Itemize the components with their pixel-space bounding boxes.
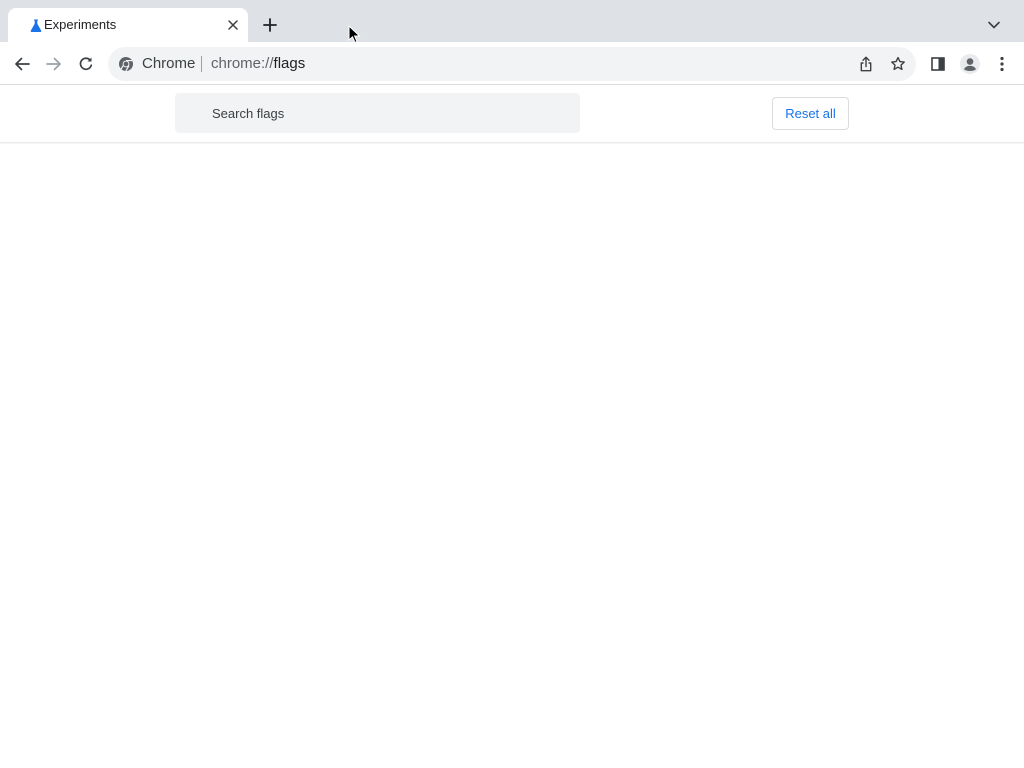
- reset-all-button[interactable]: Reset all: [772, 97, 849, 130]
- share-icon[interactable]: [854, 52, 878, 76]
- side-panel-button[interactable]: [924, 50, 952, 78]
- bookmark-star-icon[interactable]: [886, 52, 910, 76]
- arrow-left-icon: [15, 57, 30, 71]
- omnibox-divider: [201, 56, 202, 72]
- browser-toolbar: Chrome chrome://flags: [0, 42, 1024, 85]
- plus-icon: [263, 18, 277, 32]
- flags-content-area: [0, 144, 1024, 768]
- arrow-right-icon: [46, 57, 61, 71]
- reload-button[interactable]: [72, 50, 100, 78]
- flask-icon: [28, 18, 44, 34]
- chevron-down-icon: [988, 21, 1000, 29]
- search-flags-box[interactable]: [175, 93, 580, 133]
- profile-button[interactable]: [956, 50, 984, 78]
- tab-title: Experiments: [44, 17, 117, 32]
- back-button[interactable]: [8, 50, 36, 78]
- tab-experiments[interactable]: Experiments: [8, 8, 248, 42]
- menu-button[interactable]: [988, 50, 1016, 78]
- close-tab-icon[interactable]: [224, 16, 242, 34]
- chrome-logo-icon[interactable]: [118, 56, 134, 72]
- forward-button[interactable]: [40, 50, 68, 78]
- side-panel-icon: [931, 57, 945, 71]
- avatar-icon: [960, 54, 980, 74]
- url-text[interactable]: chrome://flags: [211, 55, 305, 72]
- flags-header: Reset all: [0, 85, 1024, 143]
- tab-strip: Experiments: [0, 0, 1024, 42]
- reload-icon: [79, 57, 93, 71]
- search-flags-input[interactable]: [175, 93, 580, 133]
- url-host: flags: [273, 55, 306, 72]
- more-vertical-icon: [1000, 56, 1004, 72]
- tab-search-button[interactable]: [982, 13, 1006, 37]
- new-tab-button[interactable]: [258, 13, 282, 37]
- address-bar[interactable]: Chrome chrome://flags: [108, 47, 916, 81]
- omnibox-chip-label: Chrome: [142, 55, 196, 72]
- url-scheme: chrome://: [211, 55, 274, 72]
